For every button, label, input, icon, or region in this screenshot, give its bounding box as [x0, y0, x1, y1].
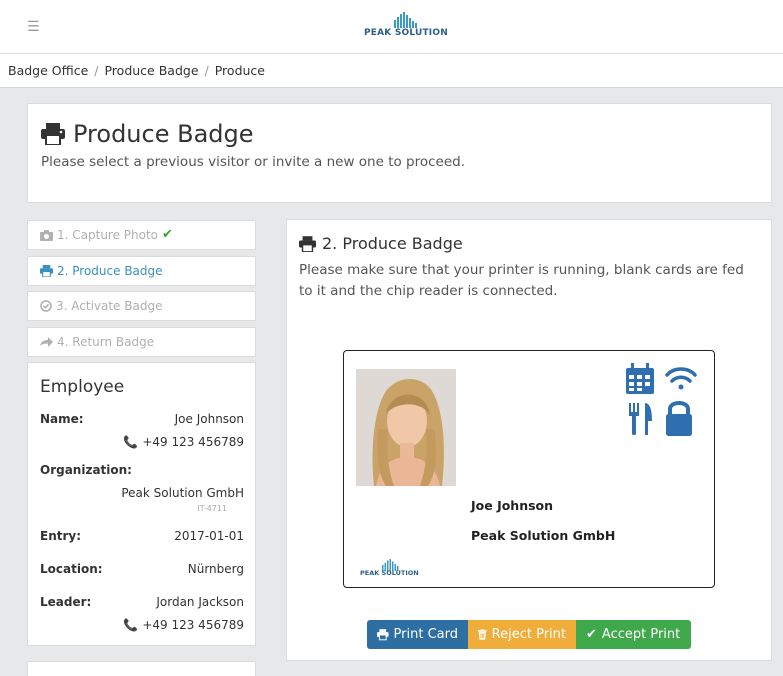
menu-icon[interactable]: ☰ — [27, 20, 40, 34]
page-header-card: Produce Badge Please select a previous v… — [27, 103, 772, 203]
produce-description: Please make sure that your printer is ru… — [299, 262, 744, 299]
printer-icon — [377, 629, 389, 641]
top-bar: ☰ PEAK SOLUTION — [0, 0, 783, 54]
page-title-text: Produce Badge — [73, 120, 254, 148]
produce-title: 2. Produce Badge — [299, 234, 463, 253]
breadcrumb-badge-office[interactable]: Badge Office — [8, 63, 88, 78]
page-title: Produce Badge — [41, 120, 254, 148]
trash-icon — [478, 629, 487, 640]
badge-action-buttons: Print Card Reject Print ✔ Accept Print — [367, 620, 691, 649]
employee-name: Joe Johnson — [174, 412, 244, 426]
calendar-icon — [626, 363, 654, 394]
reject-print-button[interactable]: Reject Print — [468, 620, 576, 649]
breadcrumb-produce-badge[interactable]: Produce Badge — [104, 63, 198, 78]
next-card — [27, 661, 256, 676]
badge-holder-org: Peak Solution GmbH — [471, 528, 616, 543]
printer-icon — [40, 265, 53, 277]
step-activate-badge[interactable]: 3. Activate Badge — [27, 291, 256, 321]
badge-logo: PEAK SOLUTION — [358, 556, 419, 578]
breadcrumb: Badge Office / Produce Badge / Produce — [0, 54, 783, 88]
utensils-icon — [629, 403, 652, 435]
printer-icon — [41, 123, 65, 145]
logo[interactable]: PEAK SOLUTION — [362, 12, 448, 40]
badge-photo — [356, 369, 456, 486]
printer-icon — [299, 235, 316, 252]
breadcrumb-current: Produce — [214, 63, 265, 78]
wifi-icon — [665, 367, 697, 390]
badge-feature-icons — [626, 363, 697, 436]
step-capture-photo[interactable]: 1. Capture Photo ✔ — [27, 220, 256, 250]
check-icon: ✔ — [162, 227, 173, 242]
print-card-button[interactable]: Print Card — [367, 620, 468, 649]
phone-icon: 📞 — [123, 435, 139, 449]
step-return-badge[interactable]: 4. Return Badge — [27, 327, 256, 357]
portrait-image — [356, 369, 456, 486]
employee-location: Nürnberg — [187, 562, 244, 576]
logo-text: PEAK SOLUTION — [364, 28, 448, 38]
accept-print-button[interactable]: ✔ Accept Print — [576, 620, 691, 649]
step-produce-badge[interactable]: 2. Produce Badge — [27, 256, 256, 286]
check-circle-icon — [40, 300, 52, 312]
produce-badge-card: 2. Produce Badge Please make sure that y… — [286, 219, 772, 661]
employee-org-id: IT-4711 — [197, 504, 227, 513]
camera-icon — [40, 229, 53, 241]
badge-holder-name: Joe Johnson — [471, 498, 554, 513]
logo-graphic — [394, 12, 417, 28]
employee-phone[interactable]: +49 123 456789 — [142, 435, 244, 449]
page-subtitle: Please select a previous visitor or invi… — [41, 154, 466, 170]
employee-heading: Employee — [40, 377, 125, 397]
employee-entry: 2017-01-01 — [174, 529, 244, 543]
arrow-right-icon — [40, 336, 53, 347]
lock-icon — [666, 401, 692, 436]
check-icon: ✔ — [586, 627, 597, 642]
badge-preview: Joe Johnson Peak Solution GmbH PEAK SOLU… — [343, 350, 715, 588]
employee-card: Employee Name: Joe Johnson 📞 +49 123 4567… — [27, 362, 256, 646]
phone-icon: 📞 — [123, 618, 139, 632]
employee-leader: Jordan Jackson — [156, 595, 244, 609]
employee-org: Peak Solution GmbH — [121, 486, 244, 500]
leader-phone[interactable]: +49 123 456789 — [142, 618, 244, 632]
